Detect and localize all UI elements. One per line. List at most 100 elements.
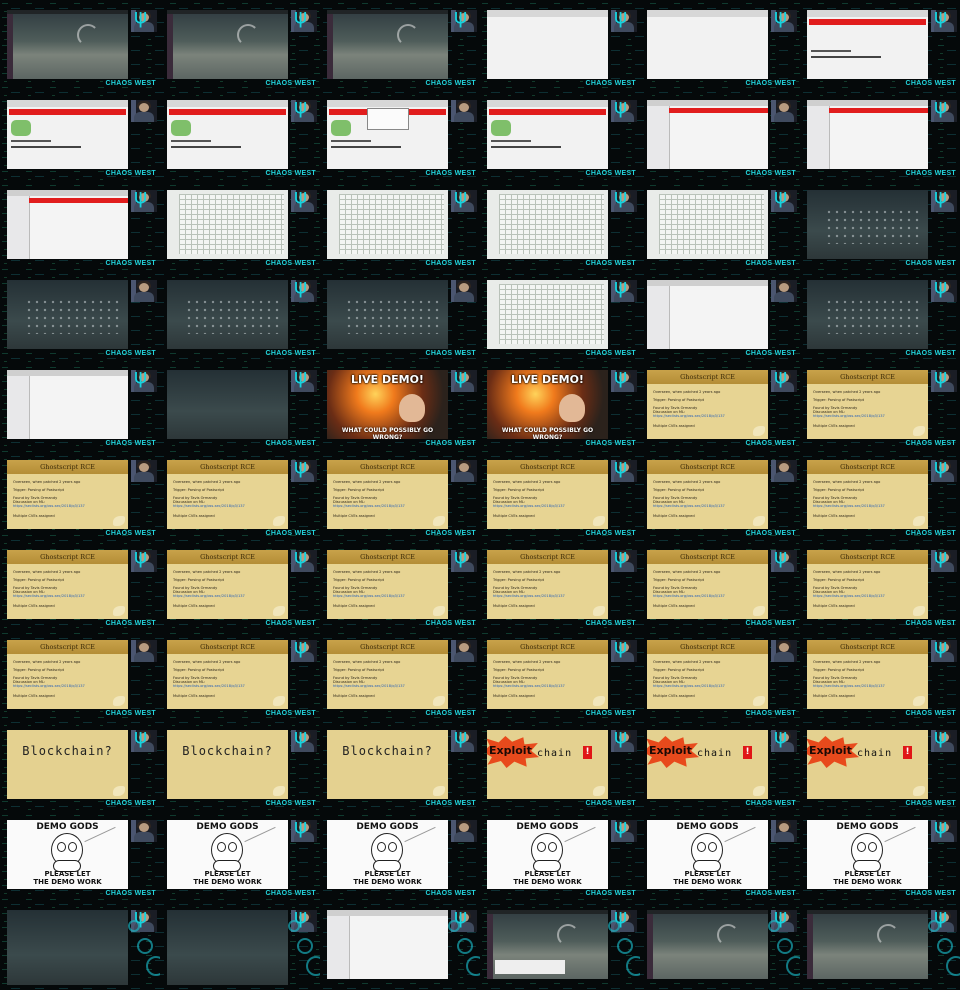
eye (708, 842, 717, 852)
decor-circle (146, 956, 160, 976)
meme-top-text: LIVE DEMO! (351, 373, 424, 386)
chaos-west-label: CHAOS WEST (425, 800, 476, 807)
meme-bottom-text: PLEASE LET THE DEMO WORK (833, 870, 902, 886)
thumbnail-cell: Ghostscript RCE Overseen, when patched 2 … (800, 540, 960, 630)
chaos-west-label: CHAOS WEST (425, 890, 476, 897)
spreadsheet-grid (339, 194, 444, 254)
decor-shape (273, 606, 285, 616)
slide-thumbnail: Ghostscript RCE Overseen, when patched 2 … (647, 640, 768, 709)
slide-text-line: Overseen, when patched 2 years ago (653, 390, 721, 394)
app-grid (825, 208, 921, 244)
slide-thumbnail (327, 100, 448, 169)
chaos-west-symbol: ψ (294, 364, 308, 388)
slide-title: Ghostscript RCE (360, 463, 415, 471)
chaos-west-label: CHAOS WEST (905, 350, 956, 357)
decor-shape (113, 516, 125, 526)
chaos-west-symbol: ψ (614, 544, 628, 568)
desktop-topbar (167, 10, 288, 14)
speaker-camera (771, 820, 797, 842)
chaos-west-label: CHAOS WEST (585, 620, 636, 627)
slide-text-line: Overseen, when patched 2 years ago (173, 480, 241, 484)
chaos-west-label: CHAOS WEST (905, 260, 956, 267)
slide-thumbnail: DEMO GODS PLEASE LET THE DEMO WORK (487, 820, 608, 889)
slide-thumbnail (807, 190, 928, 259)
slide-text-line: Multiple CVEs assigned (493, 514, 535, 518)
chaos-west-label: CHAOS WEST (265, 350, 316, 357)
chaos-west-label: CHAOS WEST (585, 440, 636, 447)
slide-thumbnail: DEMO GODS PLEASE LET THE DEMO WORK (327, 820, 448, 889)
blockchain-text: Blockchain? (22, 744, 113, 758)
slide-thumbnail (807, 280, 928, 349)
slide-thumbnail (7, 100, 128, 169)
body (454, 832, 474, 842)
slide-thumbnail: Ghostscript RCE Overseen, when patched 2 … (327, 640, 448, 709)
slide-text-line: Multiple CVEs assigned (333, 694, 375, 698)
slide-text-line: Overseen, when patched 2 years ago (813, 660, 881, 664)
thumbnail-cell: Ghostscript RCE Overseen, when patched 2 … (640, 630, 800, 720)
chaos-west-label: CHAOS WEST (905, 890, 956, 897)
chaos-west-symbol: ψ (934, 724, 948, 748)
slide-thumbnail: Ghostscript RCE Overseen, when patched 2 … (7, 550, 128, 619)
thumbnail-cell: ψ CHAOS WEST (480, 180, 640, 270)
meme-top-text: DEMO GODS (356, 822, 419, 832)
chaos-west-label: CHAOS WEST (745, 800, 796, 807)
slide-title: Ghostscript RCE (840, 553, 895, 561)
thumbnail-cell: Ghostscript RCE Overseen, when patched 2 … (800, 630, 960, 720)
exclamation-box: ! (583, 746, 592, 759)
chaos-west-symbol: ψ (614, 724, 628, 748)
slide-text-line: Multiple CVEs assigned (333, 514, 375, 518)
browser-toolbar (647, 10, 768, 17)
slide-text-line: Overseen, when patched 2 years ago (333, 480, 401, 484)
decor-shape (913, 426, 925, 436)
slide-text-line: Overseen, when patched 2 years ago (13, 480, 81, 484)
thumbnail-cell: ψ CHAOS WEST (160, 180, 320, 270)
text-line (11, 140, 51, 142)
thumbnail-cell: DEMO GODS PLEASE LET THE DEMO WORK ψ CHAOS … (160, 810, 320, 900)
slide-thumbnail: DEMO GODS PLEASE LET THE DEMO WORK (7, 820, 128, 889)
chaos-west-symbol: ψ (934, 4, 948, 28)
debian-swirl-logo (717, 924, 739, 946)
thumbnail-cell: LIVE DEMO! WHAT COULD POSSIBLY GO WRONG? ψ… (480, 360, 640, 450)
desktop-topbar (807, 910, 928, 914)
chaos-west-symbol: ψ (614, 814, 628, 838)
browser-toolbar (7, 100, 128, 107)
thumbnail-cell: Ghostscript RCE Overseen, when patched 2 … (160, 450, 320, 540)
chaos-west-symbol: ψ (454, 544, 468, 568)
slide-thumbnail (487, 910, 608, 979)
head (139, 103, 149, 112)
chaos-west-symbol: ψ (294, 634, 308, 658)
thumbnail-cell: CHAOS WEST (640, 90, 800, 180)
text-line (171, 140, 211, 142)
red-banner (29, 198, 128, 203)
slide-thumbnail: Exploit chain! (647, 730, 768, 799)
browser-toolbar (327, 100, 448, 107)
chaos-west-label: CHAOS WEST (585, 260, 636, 267)
frog-image (171, 120, 191, 136)
thumbnail-cell: ψ CHAOS WEST (0, 360, 160, 450)
slide-text-line: Trigger: Parsing of Postscript (13, 668, 65, 672)
chaos-west-symbol: ψ (614, 454, 628, 478)
exclamation-box: ! (743, 746, 752, 759)
exclamation-box: ! (903, 746, 912, 759)
slide-title: Ghostscript RCE (520, 553, 575, 561)
body (134, 472, 154, 482)
meme-bottom-text: PLEASE LET THE DEMO WORK (513, 870, 582, 886)
thumbnail-cell: Ghostscript RCE Overseen, when patched 2 … (800, 360, 960, 450)
slide-title: Ghostscript RCE (200, 463, 255, 471)
decor-shape (913, 516, 925, 526)
spreadsheet-grid (499, 284, 604, 344)
chaos-west-symbol: ψ (134, 544, 148, 568)
chaos-west-label: CHAOS WEST (425, 710, 476, 717)
decor-circle (928, 920, 940, 932)
slide-text-line: Overseen, when patched 2 years ago (333, 570, 401, 574)
speaker-camera (451, 100, 477, 122)
thumbnail-cell: Ghostscript RCE Overseen, when patched 2 … (480, 450, 640, 540)
thumbnail-cell: ψ CHAOS WEST (800, 0, 960, 90)
slide-text-line: Trigger: Parsing of Postscript (493, 488, 545, 492)
thumbnail-cell: ψ (320, 900, 480, 990)
slide-thumbnail (487, 280, 608, 349)
decor-shape (753, 516, 765, 526)
chaos-west-label: CHAOS WEST (905, 620, 956, 627)
window-sidebar (807, 106, 830, 169)
slide-link: https://seclists.org/oss-sec/2018/q3/137 (173, 684, 245, 688)
